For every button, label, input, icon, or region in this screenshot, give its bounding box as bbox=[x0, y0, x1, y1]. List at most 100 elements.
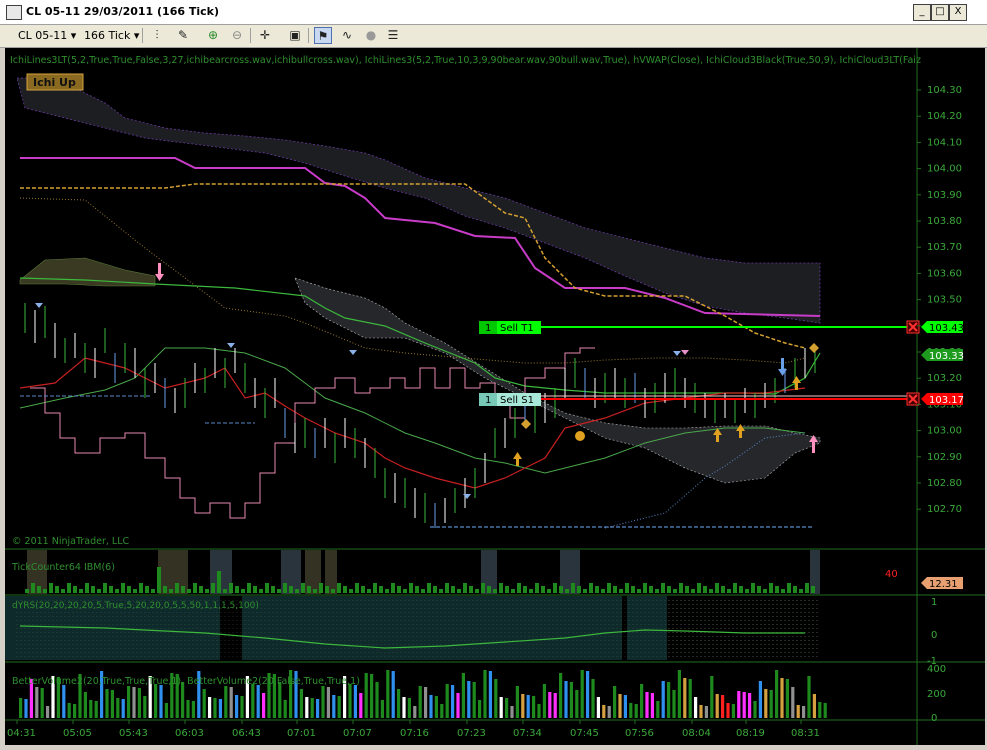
volume-bar bbox=[413, 706, 417, 718]
tick-bar bbox=[289, 586, 293, 593]
volume-bar bbox=[661, 681, 665, 718]
instrument-selector[interactable]: CL 05-11 ▾ bbox=[18, 27, 76, 44]
tick-bar bbox=[73, 586, 77, 593]
volume-bar bbox=[515, 686, 519, 718]
zoom-out-icon[interactable]: ⊖ bbox=[228, 27, 246, 44]
tick-bar bbox=[367, 589, 371, 593]
pencil-icon[interactable]: ✎ bbox=[174, 27, 192, 44]
minimize-button[interactable]: _ bbox=[913, 4, 931, 21]
volume-bar bbox=[380, 700, 384, 718]
sell-stop-order[interactable]: 1 Sell S1 bbox=[479, 393, 541, 406]
tick-bar bbox=[505, 586, 509, 593]
volume-bar bbox=[359, 693, 363, 718]
tick-bar bbox=[43, 589, 47, 593]
tick-bar bbox=[109, 586, 113, 593]
volume-bar bbox=[704, 706, 708, 718]
volume-bar bbox=[445, 684, 449, 718]
tick-bar bbox=[241, 589, 245, 593]
volume-bar bbox=[154, 684, 158, 718]
tick-bar bbox=[223, 589, 227, 593]
volume-bar bbox=[46, 706, 50, 718]
price-tick-label: 103.50 bbox=[927, 295, 962, 306]
tick-bar bbox=[37, 586, 41, 593]
tick-bar bbox=[757, 586, 761, 593]
sell-stop-cancel-icon[interactable] bbox=[906, 392, 920, 406]
price-tick-label: 102.80 bbox=[927, 478, 962, 489]
tick-bar bbox=[793, 586, 797, 593]
volume-bar bbox=[62, 685, 66, 718]
sell-target-cancel-icon[interactable] bbox=[906, 320, 920, 334]
volume-bar bbox=[278, 682, 282, 718]
osc-tick-0: 0 bbox=[931, 630, 937, 641]
close-button[interactable]: X bbox=[949, 4, 967, 21]
tick-bar bbox=[679, 583, 683, 593]
volume-bar bbox=[208, 697, 212, 718]
price-tick-label: 102.70 bbox=[927, 504, 962, 515]
volume-bar bbox=[127, 686, 131, 718]
volume-bar bbox=[186, 700, 190, 718]
price-axis: 104.30 104.20 104.10 104.00 103.90 103.80 103.… bbox=[917, 85, 962, 515]
crosshair-icon[interactable]: ✛ bbox=[256, 27, 274, 44]
interval-selector[interactable]: 166 Tick ▾ bbox=[84, 27, 139, 44]
tick-bar bbox=[313, 589, 317, 593]
volume-bar bbox=[89, 700, 93, 718]
tick-bar bbox=[319, 583, 323, 593]
volume-bar bbox=[202, 689, 206, 718]
time-tick-label: 08:31 bbox=[791, 728, 820, 739]
maximize-button[interactable]: □ bbox=[931, 4, 949, 21]
time-tick-label: 08:19 bbox=[736, 728, 765, 739]
volume-bar bbox=[67, 703, 71, 718]
volume-bar bbox=[537, 704, 541, 718]
instrument-label: CL 05-11 bbox=[18, 29, 68, 42]
tick-bar bbox=[403, 589, 407, 593]
volume-bar bbox=[580, 670, 584, 718]
tick-bar bbox=[277, 589, 281, 593]
tick-bar bbox=[271, 586, 275, 593]
sell-target-order[interactable]: 1 Sell T1 bbox=[479, 321, 541, 334]
tick-bar bbox=[421, 589, 425, 593]
volume-bar bbox=[634, 704, 638, 718]
time-tick-label: 05:05 bbox=[63, 728, 92, 739]
volume-bar bbox=[105, 689, 109, 718]
price-tick-label: 103.00 bbox=[927, 426, 962, 437]
volume-bar bbox=[305, 697, 309, 718]
tick-bar bbox=[619, 589, 623, 593]
volume-bar bbox=[83, 692, 87, 718]
tick-bar bbox=[589, 583, 593, 593]
volume-bar bbox=[132, 687, 136, 718]
volume-bar bbox=[402, 697, 406, 718]
volume-bar bbox=[818, 702, 822, 718]
tick-bar bbox=[331, 589, 335, 593]
volume-bar bbox=[521, 694, 525, 718]
volume-bar bbox=[629, 703, 633, 718]
volume-bar bbox=[602, 705, 606, 718]
bar-style-icon[interactable]: ⫶ bbox=[148, 27, 166, 44]
tick-bar bbox=[475, 589, 479, 593]
strategy-icon[interactable]: ● bbox=[362, 27, 380, 44]
volume-bar bbox=[607, 706, 611, 718]
price-tick-label: 103.90 bbox=[927, 190, 962, 201]
volume-bar bbox=[575, 690, 579, 718]
tick-bar bbox=[601, 589, 605, 593]
volume-bar bbox=[753, 701, 757, 718]
volume-bar bbox=[699, 705, 703, 718]
indicators-icon[interactable]: ∿ bbox=[338, 27, 356, 44]
tick-bar bbox=[685, 586, 689, 593]
zoom-in-icon[interactable]: ⊕ bbox=[204, 27, 222, 44]
volume-bar bbox=[688, 679, 692, 718]
order-entry-icon[interactable]: ⚑ bbox=[314, 27, 332, 44]
tick-bar bbox=[97, 589, 101, 593]
sell-target-qty: 1 bbox=[485, 323, 491, 334]
tick-bar bbox=[427, 583, 431, 593]
properties-icon[interactable]: ▣ bbox=[286, 27, 304, 44]
data-box-icon[interactable]: ☰ bbox=[384, 27, 402, 44]
volume-label: BetterVolume2(20,True,True,True,1), Bett… bbox=[12, 676, 360, 687]
time-tick-label: 07:23 bbox=[457, 728, 486, 739]
tick-bar bbox=[349, 589, 353, 593]
tick-bar bbox=[49, 583, 53, 593]
tick-panel-label: TickCounter64 IBM(6) bbox=[11, 562, 115, 573]
time-tick-label: 07:34 bbox=[513, 728, 542, 739]
volume-bar bbox=[791, 687, 795, 718]
chevron-down-icon: ▾ bbox=[133, 29, 140, 42]
chart-area[interactable]: 1 Sell T1 1 Sell S1 104.30 104.20 104.10 10… bbox=[5, 48, 985, 745]
